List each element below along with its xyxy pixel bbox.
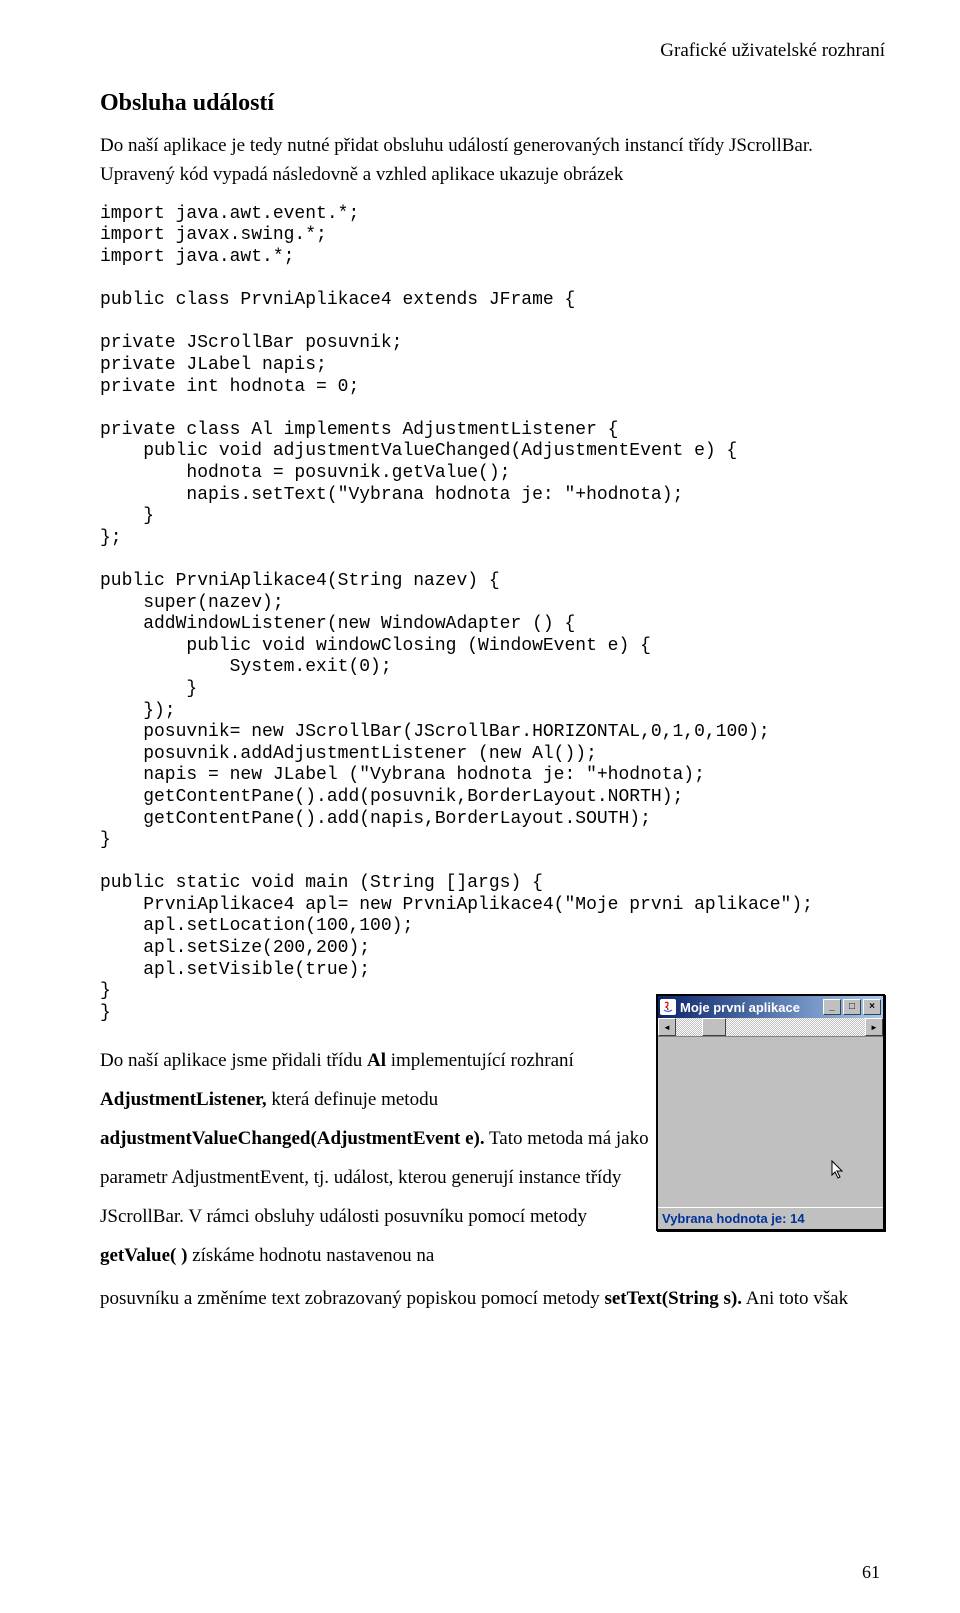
- interface-name: AdjustmentListener,: [100, 1089, 267, 1110]
- method-name-getvalue: getValue( ): [100, 1245, 187, 1266]
- code-listing: import java.awt.event.*; import javax.sw…: [100, 204, 885, 1025]
- java-cup-icon: [660, 999, 676, 1015]
- section-title: Obsluha událostí: [100, 90, 885, 117]
- scrollbar-thumb[interactable]: [702, 1018, 726, 1036]
- text-fragment: implementující rozhraní: [386, 1050, 574, 1071]
- text-fragment: Ani toto však: [742, 1288, 848, 1309]
- text-fragment: získáme hodnotu nastavenou na: [187, 1245, 434, 1266]
- horizontal-scrollbar[interactable]: ◄ ►: [658, 1018, 883, 1037]
- intro-paragraph: Do naší aplikace je tedy nutné přidat ob…: [100, 131, 885, 190]
- close-button[interactable]: ×: [863, 999, 881, 1015]
- page-number: 61: [862, 1562, 880, 1583]
- method-name-adjustment: adjustmentValueChanged(AdjustmentEvent e…: [100, 1128, 485, 1149]
- class-name-al: Al: [367, 1050, 386, 1071]
- window-titlebar[interactable]: Moje první aplikace _ □ ×: [658, 996, 883, 1018]
- scroll-right-button[interactable]: ►: [865, 1018, 883, 1036]
- maximize-button[interactable]: □: [843, 999, 861, 1015]
- mouse-cursor-icon: [831, 1160, 847, 1183]
- description-paragraph: Do naší aplikace jsme přidali třídu Al i…: [100, 1042, 650, 1276]
- text-fragment: posuvníku a změníme text zobrazovaný pop…: [100, 1288, 604, 1309]
- text-fragment: která definuje metodu: [267, 1089, 438, 1110]
- scrollbar-track[interactable]: [676, 1018, 865, 1036]
- app-status-label: Vybrana hodnota je: 14: [658, 1207, 883, 1229]
- app-client-area: [658, 1037, 883, 1207]
- page-header: Grafické uživatelské rozhraní: [100, 40, 885, 62]
- final-paragraph: posuvníku a změníme text zobrazovaný pop…: [100, 1284, 885, 1313]
- arrow-left-icon: ◄: [663, 1023, 671, 1032]
- window-title: Moje první aplikace: [680, 1000, 819, 1015]
- minimize-button[interactable]: _: [823, 999, 841, 1015]
- arrow-right-icon: ►: [870, 1023, 878, 1032]
- scroll-left-button[interactable]: ◄: [658, 1018, 676, 1036]
- app-window-screenshot: Moje první aplikace _ □ × ◄ ► Vybrana: [656, 994, 885, 1231]
- text-fragment: Do naší aplikace jsme přidali třídu: [100, 1050, 367, 1071]
- method-name-settext: setText(String s).: [604, 1288, 742, 1309]
